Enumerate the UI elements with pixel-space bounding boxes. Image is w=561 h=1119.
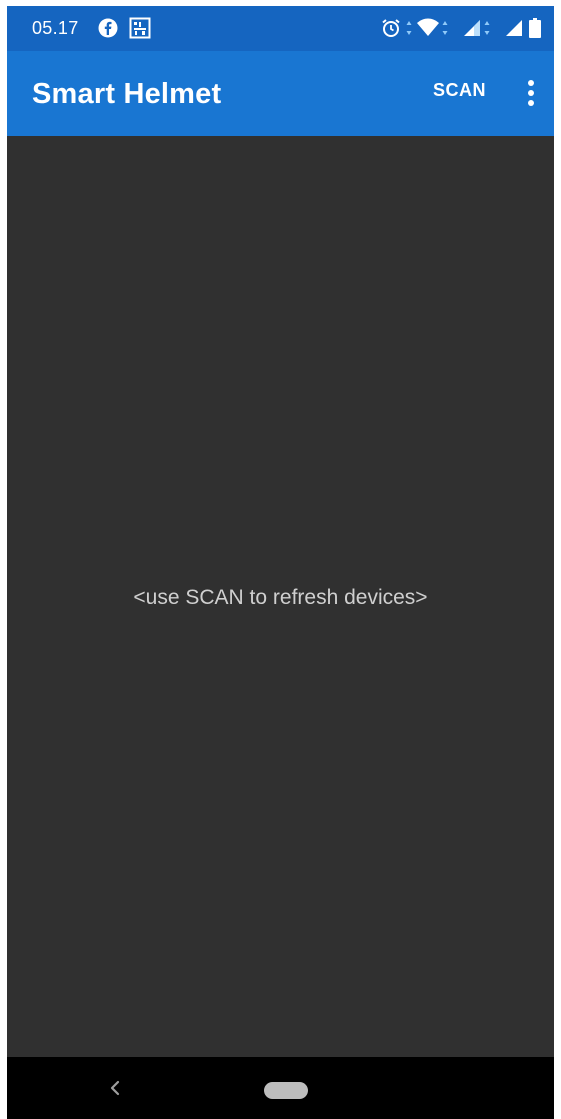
app-bar: Smart Helmet SCAN <box>7 51 554 136</box>
back-icon[interactable] <box>105 1074 125 1102</box>
phone-screen: 05.17 Smart Helmet SCAN <use SCAN to ref… <box>7 6 554 1119</box>
more-vert-icon[interactable] <box>519 76 543 110</box>
status-time: 05.17 <box>32 18 79 38</box>
battery-icon <box>528 16 542 40</box>
signal-icon <box>461 16 483 40</box>
home-pill-icon[interactable] <box>264 1082 308 1099</box>
status-bar: 05.17 <box>7 6 554 51</box>
data-arrows-icon <box>405 16 413 40</box>
data-arrows-icon <box>483 16 491 40</box>
wifi-icon <box>416 16 440 40</box>
app-title: Smart Helmet <box>32 78 222 110</box>
alarm-icon <box>380 16 402 40</box>
navigation-bar <box>7 1057 554 1119</box>
empty-state-message: <use SCAN to refresh devices> <box>133 586 428 609</box>
notification-app-icon <box>128 16 152 40</box>
signal-icon <box>503 16 525 40</box>
facebook-icon <box>96 16 120 40</box>
data-arrows-icon <box>441 16 449 40</box>
scan-button[interactable]: SCAN <box>433 80 486 101</box>
